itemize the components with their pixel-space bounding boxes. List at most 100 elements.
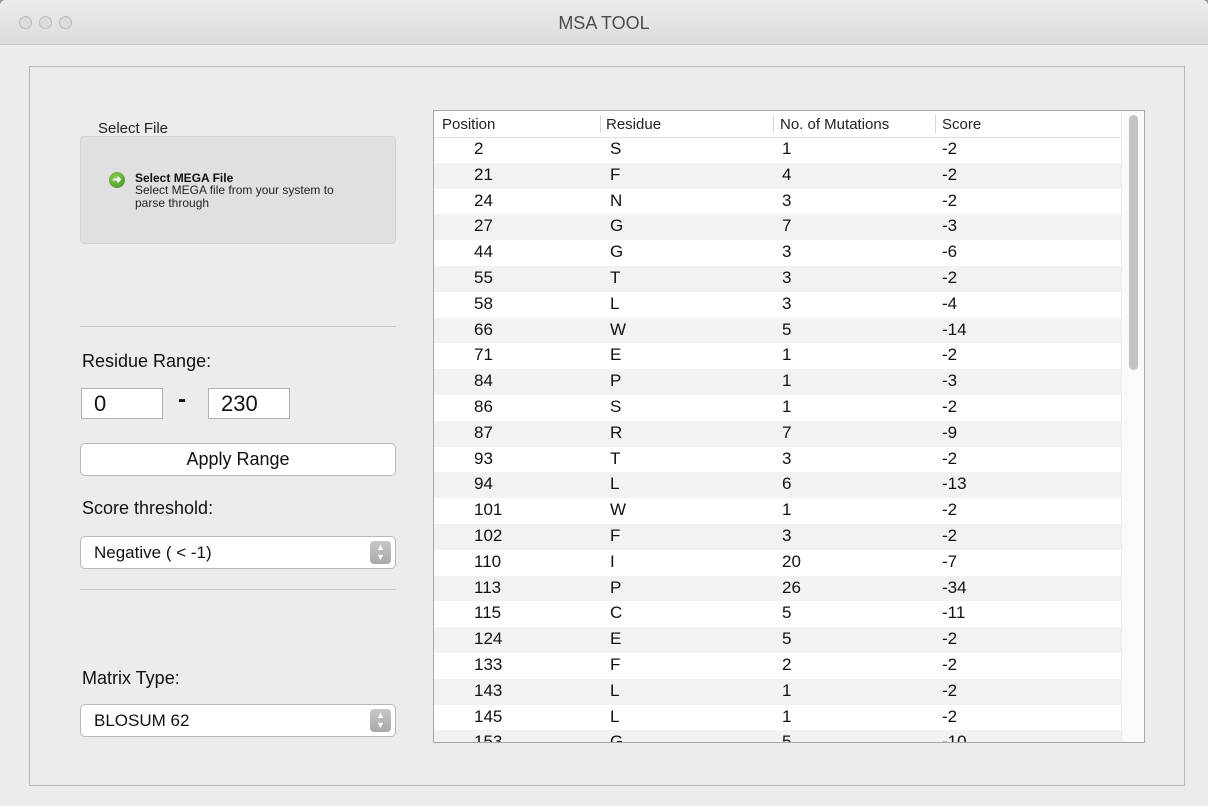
cell-residue: N <box>610 190 623 210</box>
cell-position: 44 <box>474 242 493 262</box>
cell-residue: P <box>610 371 622 391</box>
table-row[interactable]: 86 S 1 -2 <box>434 395 1122 421</box>
apply-range-button[interactable]: Apply Range <box>80 443 396 476</box>
cell-score: -2 <box>942 164 958 184</box>
table-row[interactable]: 101 W 1 -2 <box>434 498 1122 524</box>
table-row[interactable]: 44 G 3 -6 <box>434 240 1122 266</box>
column-header-residue[interactable]: Residue <box>606 116 661 133</box>
cell-score: -2 <box>942 706 958 726</box>
table-row[interactable]: 66 W 5 -14 <box>434 317 1122 344</box>
cell-mutations: 3 <box>782 242 792 262</box>
arrow-right-icon[interactable]: ➜ <box>109 172 125 188</box>
cell-mutations: 7 <box>782 422 792 442</box>
table-row[interactable]: 145 L 1 -2 <box>434 705 1122 731</box>
table-row[interactable]: 84 P 1 -3 <box>434 369 1122 395</box>
cell-mutations: 5 <box>782 629 792 649</box>
cell-position: 124 <box>474 629 503 649</box>
table-row[interactable]: 21 F 4 -2 <box>434 162 1122 189</box>
table-row[interactable]: 153 G 5 -10 <box>434 730 1122 743</box>
table-row[interactable]: 124 E 5 -2 <box>434 627 1122 653</box>
divider <box>80 326 396 327</box>
table-row[interactable]: 2 S 1 -2 <box>434 137 1122 163</box>
score-threshold-value: Negative ( < -1) <box>94 543 212 562</box>
cell-position: 86 <box>474 397 493 416</box>
cell-score: -6 <box>942 242 958 262</box>
cell-residue: T <box>610 268 621 287</box>
table-row[interactable]: 94 L 6 -13 <box>434 472 1122 499</box>
cell-mutations: 3 <box>782 526 792 545</box>
cell-position: 21 <box>474 164 493 184</box>
cell-position: 133 <box>474 655 503 674</box>
cell-mutations: 3 <box>782 293 792 313</box>
cell-score: -3 <box>942 371 958 391</box>
column-header-position[interactable]: Position <box>442 116 495 133</box>
cell-position: 113 <box>474 577 502 597</box>
cell-residue: L <box>610 706 620 726</box>
score-threshold-select[interactable]: Negative ( < -1) ▲ ▼ <box>80 536 396 569</box>
cell-residue: F <box>610 164 621 184</box>
cell-score: -13 <box>942 474 967 494</box>
table-row[interactable]: 24 N 3 -2 <box>434 189 1122 215</box>
column-divider <box>773 115 774 133</box>
table-row[interactable]: 113 P 26 -34 <box>434 575 1122 602</box>
cell-position: 66 <box>474 319 493 339</box>
cell-position: 145 <box>474 706 503 726</box>
table-row[interactable]: 102 F 3 -2 <box>434 524 1122 550</box>
cell-mutations: 5 <box>782 732 792 743</box>
table-row[interactable]: 93 T 3 -2 <box>434 447 1122 473</box>
table-header: Position Residue No. of Mutations Score <box>434 111 1124 138</box>
cell-residue: W <box>610 500 627 520</box>
column-header-score[interactable]: Score <box>942 116 981 133</box>
score-threshold-label: Score threshold: <box>82 498 214 518</box>
cell-score: -11 <box>942 603 966 623</box>
range-end-input[interactable]: 230 <box>208 388 290 419</box>
table-row[interactable]: 87 R 7 -9 <box>434 420 1122 447</box>
cell-residue: E <box>610 629 622 649</box>
app-window: MSA TOOL Select File ➜ Select MEGA File … <box>0 0 1208 806</box>
matrix-type-select[interactable]: BLOSUM 62 ▲ ▼ <box>80 704 396 737</box>
matrix-type-label: Matrix Type: <box>82 668 180 688</box>
cell-score: -3 <box>942 216 958 236</box>
cell-score: -2 <box>942 448 958 468</box>
title-bar: MSA TOOL <box>0 0 1208 45</box>
table-row[interactable]: 110 I 20 -7 <box>434 550 1122 576</box>
cell-residue: W <box>610 319 627 339</box>
scrollbar-thumb[interactable] <box>1129 115 1138 370</box>
table-row[interactable]: 143 L 1 -2 <box>434 678 1122 705</box>
table-row[interactable]: 115 C 5 -11 <box>434 601 1122 627</box>
cell-position: 94 <box>474 474 493 494</box>
residue-range-label: Residue Range: <box>82 351 212 371</box>
matrix-type-value: BLOSUM 62 <box>94 711 190 730</box>
range-start-input[interactable]: 0 <box>81 388 163 419</box>
cell-mutations: 1 <box>782 345 792 365</box>
table-row[interactable]: 27 G 7 -3 <box>434 214 1122 241</box>
results-table[interactable]: Position Residue No. of Mutations Score … <box>433 110 1145 743</box>
cell-score: -2 <box>942 629 958 649</box>
cell-position: 87 <box>474 422 493 442</box>
cell-position: 115 <box>474 603 502 623</box>
table-row[interactable]: 55 T 3 -2 <box>434 266 1122 292</box>
cell-position: 2 <box>474 139 484 158</box>
cell-mutations: 3 <box>782 448 792 468</box>
cell-residue: G <box>610 216 624 236</box>
cell-mutations: 2 <box>782 655 792 674</box>
column-header-mutations[interactable]: No. of Mutations <box>780 116 889 133</box>
cell-residue: T <box>610 448 621 468</box>
cell-mutations: 7 <box>782 216 792 236</box>
cell-residue: G <box>610 242 624 262</box>
cell-position: 58 <box>474 293 493 313</box>
table-row[interactable]: 133 F 2 -2 <box>434 653 1122 679</box>
cell-position: 27 <box>474 216 493 236</box>
cell-mutations: 6 <box>782 474 792 494</box>
table-row[interactable]: 58 L 3 -4 <box>434 292 1122 318</box>
table-scrollbar[interactable] <box>1121 111 1144 742</box>
cell-score: -14 <box>942 319 967 339</box>
table-row[interactable]: 71 E 1 -2 <box>434 343 1122 369</box>
cell-score: -2 <box>942 500 958 520</box>
cell-mutations: 1 <box>782 706 792 726</box>
cell-residue: L <box>610 293 620 313</box>
cell-mutations: 1 <box>782 500 792 520</box>
cell-residue: C <box>610 603 623 623</box>
cell-mutations: 26 <box>782 577 801 597</box>
cell-mutations: 5 <box>782 603 792 623</box>
